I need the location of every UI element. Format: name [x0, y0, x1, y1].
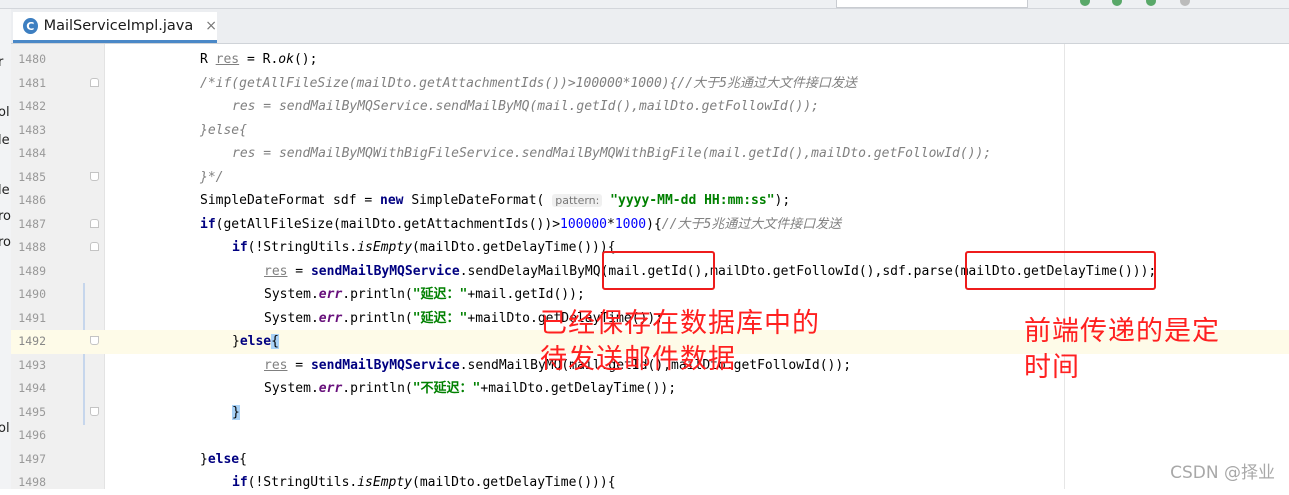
fold-marker-icon[interactable] — [90, 242, 99, 251]
coverage-icon[interactable] — [1146, 0, 1156, 6]
panel-fragment: ro — [0, 235, 12, 250]
code-line[interactable]: 1485 }*/ — [11, 166, 1289, 190]
line-number: 1495 — [18, 404, 46, 419]
tab-label: MailServiceImpl.java — [43, 18, 194, 34]
code-line[interactable]: 1495 } — [11, 401, 1289, 425]
panel-fragment: ol — [0, 421, 10, 436]
code-text: /*if(getAllFileSize(mailDto.getAttachmen… — [200, 75, 857, 91]
line-number: 1480 — [18, 52, 46, 66]
code-text: }else{ — [200, 122, 247, 138]
matched-brace: { — [271, 334, 279, 349]
code-line[interactable]: 1482 res = sendMailByMQService.sendMailB… — [11, 95, 1289, 119]
code-text: if(!StringUtils.isEmpty(mailDto.getDelay… — [232, 240, 616, 255]
code-line[interactable]: 1486 SimpleDateFormat sdf = new SimpleDa… — [11, 189, 1289, 213]
code-text: }*/ — [200, 169, 224, 185]
code-line[interactable]: 1487 if(getAllFileSize(mailDto.getAttach… — [11, 213, 1289, 237]
watermark: CSDN @择业 — [1170, 463, 1275, 483]
code-text: if(getAllFileSize(mailDto.getAttachmentI… — [200, 216, 842, 232]
line-number: 1482 — [18, 99, 46, 113]
code-text: } — [232, 401, 240, 425]
code-text: res = sendMailByMQWithBigFileService.sen… — [232, 146, 992, 161]
run-config-field[interactable] — [836, 0, 1028, 8]
top-toolbar-strip — [0, 0, 1289, 9]
panel-fragment: r — [0, 55, 3, 70]
tab-mailserviceimpl[interactable]: C MailServiceImpl.java × — [13, 12, 217, 43]
code-text: }else{ — [200, 451, 247, 467]
line-number: 1493 — [18, 357, 46, 372]
parameter-hint: pattern: — [552, 194, 603, 207]
editor-tab-bar: C MailServiceImpl.java × — [11, 9, 1289, 44]
run-icon[interactable] — [1080, 0, 1090, 6]
annotation-saved-data: 已经保存在数据库中的 待发送邮件数据 — [540, 308, 820, 375]
line-number: 1481 — [18, 75, 46, 90]
code-text: R res = R.ok(); — [200, 52, 318, 67]
code-text: SimpleDateFormat sdf = new SimpleDateFor… — [200, 193, 791, 208]
line-number: 1488 — [18, 240, 46, 254]
line-number: 1490 — [18, 287, 46, 301]
panel-fragment: le — [0, 183, 10, 198]
code-line[interactable]: 1497 }else{ — [11, 448, 1289, 472]
code-line[interactable]: 1498 if(!StringUtils.isEmpty(mailDto.get… — [11, 471, 1289, 495]
close-icon[interactable]: × — [205, 18, 217, 34]
fold-marker-icon[interactable] — [90, 218, 99, 228]
panel-fragment: ol — [0, 105, 10, 120]
fold-marker-icon[interactable] — [90, 406, 99, 416]
line-number: 1483 — [18, 122, 46, 137]
annotation-frontend-time: 前端传递的是定 时间 — [1024, 316, 1220, 383]
line-number: 1494 — [18, 381, 46, 395]
line-number: 1496 — [18, 428, 46, 442]
code-text: if(!StringUtils.isEmpty(mailDto.getDelay… — [232, 475, 616, 490]
code-text: System.err.println("延迟："+mail.getId()); — [264, 287, 585, 302]
highlight-box-mail-id — [602, 251, 715, 290]
code-text: res = sendMailByMQService.sendMailByMQ(m… — [232, 99, 819, 114]
stop-icon[interactable] — [1180, 0, 1190, 6]
code-line[interactable]: 1484 res = sendMailByMQWithBigFileServic… — [11, 142, 1289, 166]
fold-marker-icon[interactable] — [90, 77, 99, 87]
code-line[interactable]: 1483 }else{ — [11, 119, 1289, 143]
matched-brace: } — [232, 404, 240, 420]
highlight-box-delay-time — [965, 251, 1156, 290]
code-line[interactable]: 1480 R res = R.ok(); — [11, 48, 1289, 72]
line-number: 1484 — [18, 146, 46, 160]
line-number: 1485 — [18, 169, 46, 184]
panel-fragment: le — [0, 133, 10, 148]
code-text: System.err.println("不延迟："+mailDto.getDel… — [264, 381, 677, 396]
code-line[interactable]: 1481 /*if(getAllFileSize(mailDto.getAtta… — [11, 72, 1289, 96]
panel-fragment: ro — [0, 209, 12, 224]
code-text: }else{ — [232, 334, 279, 349]
line-number: 1492 — [18, 334, 46, 348]
line-number: 1498 — [18, 475, 46, 489]
fold-marker-icon[interactable] — [90, 171, 99, 181]
line-number: 1489 — [18, 263, 46, 278]
fold-marker-icon[interactable] — [90, 336, 99, 345]
java-class-icon: C — [23, 18, 38, 34]
debug-icon[interactable] — [1112, 0, 1122, 6]
line-number: 1486 — [18, 193, 46, 207]
line-number: 1497 — [18, 451, 46, 466]
line-number: 1491 — [18, 310, 46, 325]
code-line[interactable]: 1496 — [11, 424, 1289, 448]
line-number: 1487 — [18, 216, 46, 231]
